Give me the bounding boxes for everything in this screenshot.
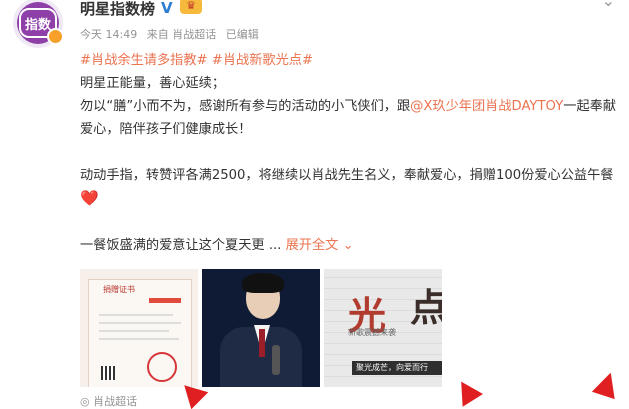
red-arrow-icon (591, 368, 623, 400)
microphone-icon (272, 345, 280, 375)
seal-icon (147, 352, 177, 382)
line3-text: 动动手指，转赞评各满2500，将继续以肖战先生名义，奉献爱心，捐赠100份爱心公… (80, 168, 614, 183)
certificate-line (99, 338, 179, 340)
heart-icon: ❤️ (80, 189, 99, 207)
certificate-line (99, 330, 169, 332)
hashtags[interactable]: #肖战余生请多指教# #肖战新歌光点# (80, 49, 620, 72)
content-paragraph-2: 勿以“膳”小而不为，感谢所有参与的活动的小飞侠们，跟@X玖少年团肖战DAYTOY… (80, 95, 620, 141)
avatar[interactable]: 指数 (13, 0, 64, 48)
post-time[interactable]: 今天 14:49 (80, 28, 137, 41)
poster-banner: 聚光成芒，向爱而行 (352, 361, 442, 375)
certificate-logo (149, 298, 181, 303)
expand-label[interactable]: 展开全文 (286, 238, 339, 253)
photo-grid: 捐赠证书 光 点 新歌震撼来袭 聚光成芒，向爱而行 (80, 269, 442, 387)
chevron-down-icon: ⌄ (342, 238, 354, 253)
content-line-1: 明星正能量，善心延续； (80, 76, 226, 91)
post-content: #肖战余生请多指教# #肖战新歌光点# 明星正能量，善心延续； 勿以“膳”小而不… (80, 49, 620, 257)
verified-icon: V (161, 0, 173, 17)
line2-prefix: 勿以“膳”小而不为，感谢所有参与的活动的小飞侠们，跟 (80, 99, 411, 114)
certificate-line (99, 314, 173, 316)
edited-label: 已编辑 (225, 28, 259, 41)
photo-portrait[interactable] (202, 269, 320, 387)
qr-code-icon (101, 366, 115, 380)
content-paragraph-4: 一餐饭盛满的爱意让这个夏天更 ... 展开全文 ⌄ (80, 234, 620, 257)
post-source[interactable]: 来自 肖战超话 (147, 28, 217, 41)
red-arrow-icon (450, 375, 484, 407)
expand-button[interactable]: 展开全文 ⌄ (286, 238, 354, 253)
user-name[interactable]: 明星指数榜 (80, 0, 155, 19)
online-badge-icon (47, 28, 64, 45)
mention-link[interactable]: @X玖少年团肖战DAYTOY (410, 99, 563, 114)
topic-footer[interactable]: ◎ 肖战超话 (80, 393, 137, 409)
poster-char-2: 点 (410, 286, 442, 330)
more-menu-icon[interactable]: ⌄ (602, 0, 615, 10)
poster-caption: 新歌震撼来袭 (348, 328, 396, 337)
hair-shape (242, 273, 284, 293)
member-level-icon: ♛ (180, 0, 202, 14)
certificate-card: 捐赠证书 (88, 279, 192, 387)
line4-text: 一餐饭盛满的爱意让这个夏天更 ... (80, 238, 282, 253)
topic-icon: ◎ (80, 395, 94, 408)
tie-shape (259, 329, 265, 357)
content-paragraph-3: 动动手指，转赞评各满2500，将继续以肖战先生名义，奉献爱心，捐赠100份爱心公… (80, 164, 620, 211)
post-meta: 今天 14:49 来自 肖战超话 已编辑 (80, 26, 265, 42)
topic-label[interactable]: 肖战超话 (93, 395, 137, 408)
photo-certificate[interactable]: 捐赠证书 (80, 269, 198, 387)
certificate-line (99, 322, 181, 324)
certificate-title: 捐赠证书 (103, 285, 135, 294)
photo-poster[interactable]: 光 点 新歌震撼来袭 聚光成芒，向爱而行 (324, 269, 442, 387)
